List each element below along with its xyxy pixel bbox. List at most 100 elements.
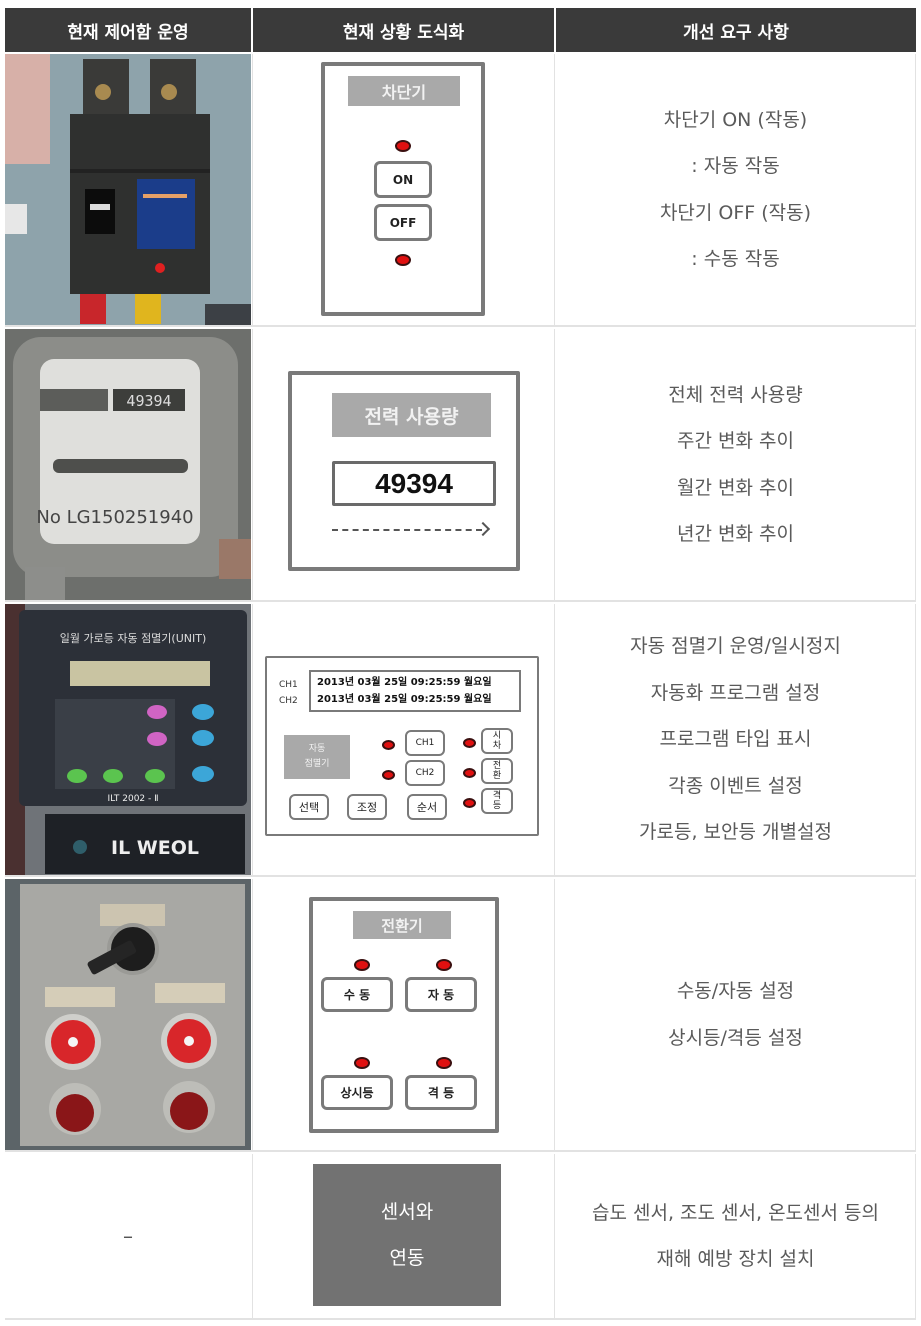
requirement-text: 상시등/격등 설정 [668,1026,803,1049]
led-indicator-icon [354,959,370,971]
diagram-cell: 센서와 연동 [252,1154,555,1318]
switch-button[interactable]: 전 환 [481,758,513,784]
table-row: 일월 가로등 자동 점멸기(UNIT) ILT 2002 - Ⅱ IL WEOL [5,604,916,877]
diagram-cell: 차단기 ON OFF [252,54,555,325]
requirements-cell: 습도 센서, 조도 센서, 온도센서 등의 재해 예방 장치 설치 [556,1154,916,1318]
requirement-text: 각종 이벤트 설정 [668,774,803,797]
trend-arrow-line [332,529,482,531]
switch-panel-photo [5,879,251,1150]
switcher-title: 전환기 [353,911,451,939]
diagram-cell: 전환기 수 동 자 동 상시등 격 등 [252,879,555,1150]
auto-timer-photo: 일월 가로등 자동 점멸기(UNIT) ILT 2002 - Ⅱ IL WEOL [5,604,251,875]
svg-text:No LG150251940: No LG150251940 [36,507,193,528]
button-char: 환 [492,771,502,781]
requirement-text: 자동화 프로그램 설정 [650,681,821,704]
alternate-light-button[interactable]: 격 등 [481,788,513,814]
requirement-text: : 자동 작동 [691,155,780,177]
time-diff-button[interactable]: 시 차 [481,728,513,754]
ch2-button[interactable]: CH2 [405,760,445,786]
led-indicator-icon [395,140,411,152]
button-char: 전 [492,761,502,771]
power-meter-photo: 49394 No LG150251940 [5,329,251,600]
led-indicator-icon [382,740,395,750]
button-char: 등 [492,801,502,811]
led-indicator-icon [463,738,476,748]
led-indicator-icon [436,959,452,971]
requirement-text: 프로그램 타입 표시 [659,728,812,751]
svg-text:일월 가로등 자동 점멸기(UNIT): 일월 가로등 자동 점멸기(UNIT) [60,631,207,645]
power-usage-diagram: 전력 사용량 49394 [288,371,520,571]
led-indicator-icon [382,770,395,780]
led-indicator-icon [463,798,476,808]
requirement-text: 월간 변화 추이 [677,476,794,499]
requirement-text: 차단기 ON (작동) [663,108,808,131]
unit-label-line1: 자동 [308,744,326,754]
off-button[interactable]: OFF [374,204,432,241]
switcher-diagram: 전환기 수 동 자 동 상시등 격 등 [309,897,499,1133]
button-char: 격 [492,791,502,801]
requirements-cell: 수동/자동 설정 상시등/격등 설정 [556,879,916,1150]
photo-cell: 일월 가로등 자동 점멸기(UNIT) ILT 2002 - Ⅱ IL WEOL [5,604,251,875]
circuit-breaker-photo [5,54,251,325]
select-button[interactable]: 선택 [289,794,329,820]
arrow-right-icon [475,521,491,537]
breaker-title: 차단기 [348,76,460,106]
button-char: 차 [492,741,502,751]
requirement-text: : 수동 작동 [691,248,780,270]
ch2-display: 2013년 03월 25일 09:25:59 월요일 [317,694,492,705]
ch1-label: CH1 [279,680,298,690]
led-indicator-icon [463,768,476,778]
diagram-cell: 전력 사용량 49394 [252,329,555,600]
alternate-button[interactable]: 격 등 [405,1075,477,1110]
always-on-button[interactable]: 상시등 [321,1075,393,1110]
requirement-text: 가로등, 보안등 개별설정 [639,821,832,844]
requirement-text: 자동 점멸기 운영/일시정지 [630,635,841,658]
unit-label: 자동 점멸기 [284,735,350,779]
table-row: – 센서와 연동 습도 센서, 조도 센서, 온도센서 등의 재해 예방 장치 … [5,1154,916,1320]
svg-text:IL WEOL: IL WEOL [111,837,199,859]
led-indicator-icon [436,1057,452,1069]
requirement-text: 습도 센서, 조도 센서, 온도센서 등의 [592,1201,879,1224]
empty-placeholder: – [123,1224,133,1248]
ch1-button[interactable]: CH1 [405,730,445,756]
diagram-cell: CH1 CH2 2013년 03월 25일 09:25:59 월요일 2013년… [252,604,555,875]
sensor-link-line1: 센서와 [380,1201,434,1223]
timer-display: 2013년 03월 25일 09:25:59 월요일 2013년 03월 25일… [309,670,521,712]
requirement-text: 주간 변화 추이 [677,430,794,452]
manual-button[interactable]: 수 동 [321,977,393,1012]
requirement-text: 수동/자동 설정 [676,980,795,1002]
led-indicator-icon [354,1057,370,1069]
ch2-label: CH2 [279,696,298,706]
table-row: 49394 No LG150251940 전력 사용량 49394 전체 전력 … [5,329,916,602]
requirement-text: 차단기 OFF (작동) [659,201,812,224]
requirement-text: 재해 예방 장치 설치 [656,1248,815,1270]
order-button[interactable]: 순서 [407,794,447,820]
svg-text:ILT 2002 - Ⅱ: ILT 2002 - Ⅱ [107,794,158,804]
on-button[interactable]: ON [374,161,432,198]
power-usage-title: 전력 사용량 [332,393,491,437]
header-diagram: 현재 상황 도식화 [253,8,554,52]
svg-text:49394: 49394 [126,392,171,410]
photo-cell: – [5,1154,251,1318]
power-usage-value: 49394 [332,461,496,506]
button-char: 시 [492,731,502,741]
breaker-diagram: 차단기 ON OFF [321,62,485,316]
auto-timer-diagram: CH1 CH2 2013년 03월 25일 09:25:59 월요일 2013년… [265,656,539,836]
requirement-text: 년간 변화 추이 [677,523,794,545]
photo-cell [5,54,251,325]
requirement-text: 전체 전력 사용량 [668,383,803,406]
sensor-link-line2: 연동 [389,1247,425,1269]
table-row: 차단기 ON OFF 차단기 ON (작동) : 자동 작동 차단기 OFF (… [5,54,916,327]
auto-button[interactable]: 자 동 [405,977,477,1012]
header-current-operation: 현재 제어함 운영 [5,8,251,52]
requirements-cell: 차단기 ON (작동) : 자동 작동 차단기 OFF (작동) : 수동 작동 [556,54,916,325]
ch1-display: 2013년 03월 25일 09:25:59 월요일 [317,677,492,688]
photo-cell: 49394 No LG150251940 [5,329,251,600]
header-requirements: 개선 요구 사항 [556,8,916,52]
photo-cell [5,879,251,1150]
table-row: 전환기 수 동 자 동 상시등 격 등 수동/자동 설정 상시등/격등 설정 [5,879,916,1152]
unit-label-line2: 점멸기 [304,759,330,769]
sensor-link-box: 센서와 연동 [313,1164,501,1306]
requirements-cell: 자동 점멸기 운영/일시정지 자동화 프로그램 설정 프로그램 타입 표시 각종… [556,604,916,875]
adjust-button[interactable]: 조정 [347,794,387,820]
